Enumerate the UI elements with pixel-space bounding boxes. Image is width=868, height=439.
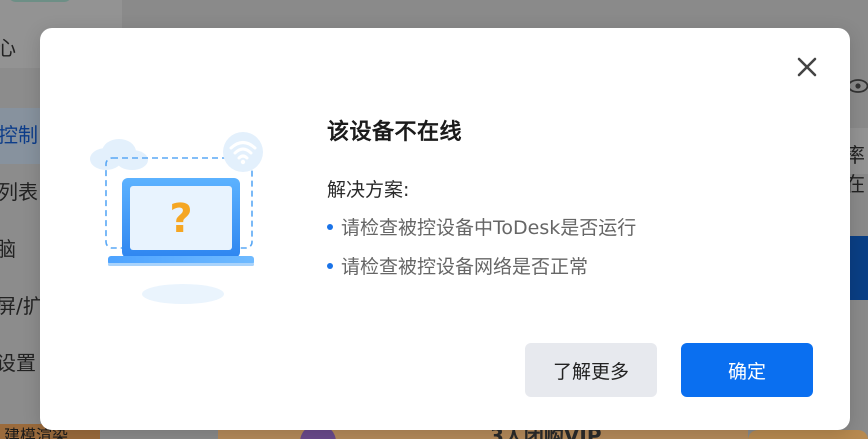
wifi-icon xyxy=(223,132,263,172)
question-mark-icon: ? xyxy=(169,196,192,242)
learn-more-button[interactable]: 了解更多 xyxy=(525,343,657,397)
offline-dialog: ? 该设备不在线 解决方案: 请检查被控设备中ToDesk是否运行 请检查被控设… xyxy=(40,28,850,430)
sidebar-item-computer[interactable]: 脑 xyxy=(0,237,16,261)
sidebar-item-screen[interactable]: 屏/扩 xyxy=(0,294,43,318)
solution-item: 请检查被控设备中ToDesk是否运行 xyxy=(327,213,636,240)
close-button[interactable] xyxy=(794,54,820,80)
solution-item: 请检查被控设备网络是否正常 xyxy=(327,252,588,279)
bullet-dot-icon xyxy=(327,223,333,230)
sidebar-item-settings[interactable]: 设置 xyxy=(0,351,36,375)
device-offline-illustration: ? xyxy=(90,132,263,304)
sidebar-item-list[interactable]: 列表 xyxy=(0,180,38,204)
close-icon xyxy=(797,57,817,77)
solution-item-text: 请检查被控设备中ToDesk是否运行 xyxy=(341,217,637,239)
sidebar-badge xyxy=(8,0,72,2)
cloud-icon xyxy=(90,139,148,170)
solution-label: 解决方案: xyxy=(327,179,410,201)
bullet-dot-icon xyxy=(327,262,333,269)
sidebar-item-center[interactable]: 心 xyxy=(0,36,16,60)
confirm-button[interactable]: 确定 xyxy=(681,343,813,397)
sidebar-item-control[interactable]: 控制 xyxy=(0,123,38,147)
bottom-right-banner xyxy=(748,430,868,439)
solution-item-text: 请检查被控设备网络是否正常 xyxy=(341,256,589,278)
eye-icon[interactable] xyxy=(847,75,868,99)
shadow-ellipse xyxy=(142,284,224,304)
dialog-title: 该设备不在线 xyxy=(327,120,463,145)
